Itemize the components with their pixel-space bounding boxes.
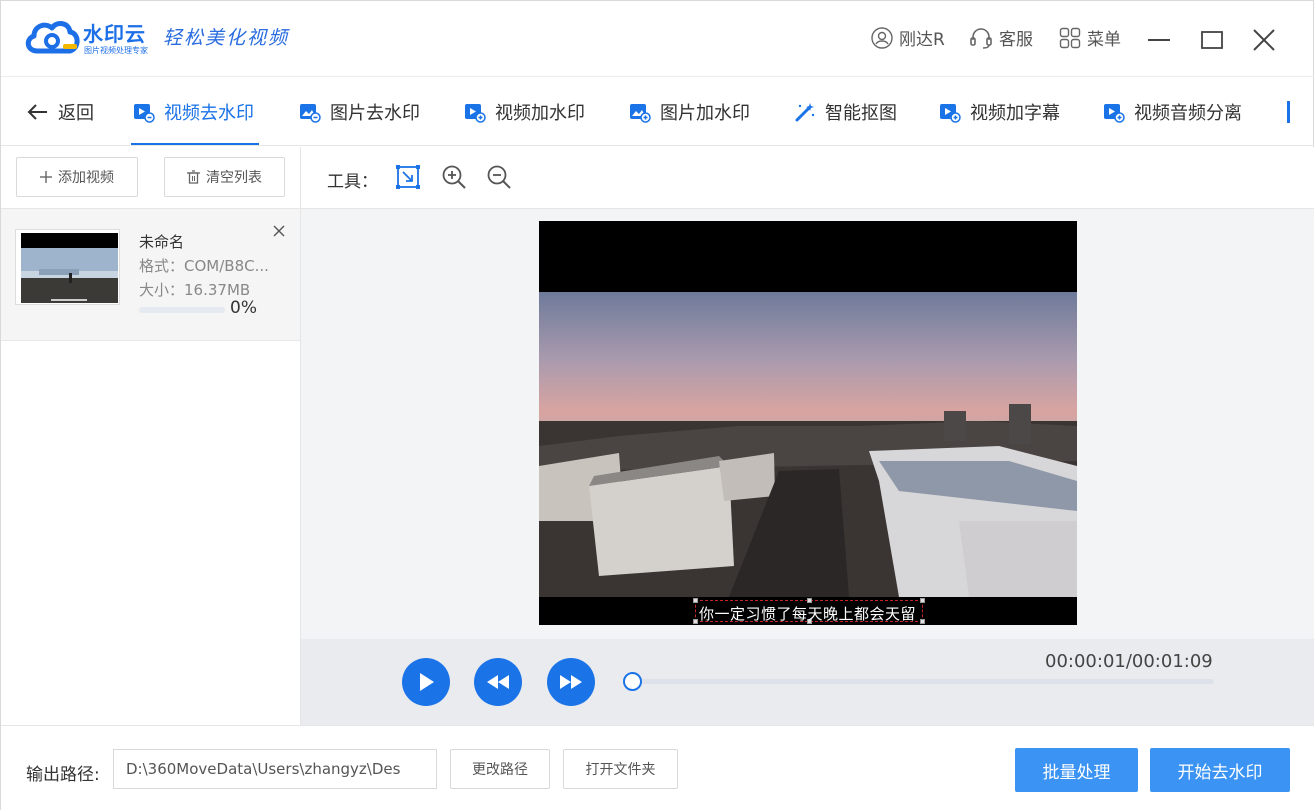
maximize-icon bbox=[1201, 31, 1223, 49]
video-add-icon bbox=[465, 103, 486, 123]
tab-label: 图片加水印 bbox=[660, 102, 750, 124]
file-list-toolbar: 添加视频 清空列表 bbox=[1, 147, 300, 209]
image-icon bbox=[300, 103, 321, 123]
file-name: 未命名 bbox=[139, 233, 185, 251]
tab-video-add-subtitle[interactable]: 视频加字幕 bbox=[939, 77, 1060, 146]
tool-row: 工具： bbox=[301, 147, 1314, 209]
brand-tagline: 图片视频处理专家 bbox=[84, 46, 148, 55]
video-thumbnail bbox=[15, 229, 120, 305]
seek-handle[interactable] bbox=[623, 672, 643, 691]
title-bar: 水印云 图片视频处理专家 轻松美化视频 刚达R 客服 菜单 bbox=[1, 1, 1314, 77]
trash-icon bbox=[187, 170, 200, 184]
preview-area: 你一定习惯了每天晚上都会天留 bbox=[301, 209, 1314, 639]
video-icon bbox=[134, 103, 155, 123]
tab-label: 视频音频分离 bbox=[1134, 102, 1242, 124]
back-button[interactable]: 返回 bbox=[27, 77, 94, 146]
user-icon bbox=[871, 26, 893, 49]
brand-name: 水印云 bbox=[83, 22, 146, 46]
back-label: 返回 bbox=[58, 102, 94, 124]
file-progress-bar bbox=[139, 307, 225, 313]
video-split-icon bbox=[1104, 103, 1125, 123]
cloud-logo-icon bbox=[25, 21, 80, 54]
tab-label: 视频加字幕 bbox=[970, 102, 1060, 124]
app-window: 水印云 图片视频处理专家 轻松美化视频 刚达R 客服 菜单 返回 视频去水印 图… bbox=[0, 0, 1314, 810]
tab-image-add-watermark[interactable]: 图片加水印 bbox=[629, 77, 750, 146]
resize-handle[interactable] bbox=[920, 619, 925, 624]
add-video-label: 添加视频 bbox=[58, 170, 114, 186]
output-path-label: 输出路径: bbox=[26, 765, 100, 785]
image-add-icon bbox=[630, 103, 651, 123]
resize-handle[interactable] bbox=[693, 619, 698, 624]
tab-label: 视频加水印 bbox=[495, 102, 585, 124]
file-progress-text: 0% bbox=[230, 298, 257, 318]
video-subtitle-icon bbox=[940, 103, 961, 123]
menu-button[interactable]: 菜单 bbox=[1059, 25, 1121, 50]
file-size: 大小：16.37MB bbox=[139, 281, 251, 299]
fast-forward-icon bbox=[560, 675, 582, 689]
user-account[interactable]: 刚达R bbox=[871, 25, 945, 50]
tab-label: 智能抠图 bbox=[825, 102, 897, 124]
tab-image-remove-watermark[interactable]: 图片去水印 bbox=[299, 77, 420, 146]
tab-smart-cutout[interactable]: 智能抠图 bbox=[794, 77, 897, 146]
clear-list-label: 清空列表 bbox=[206, 170, 262, 186]
change-path-button[interactable]: 更改路径 bbox=[450, 749, 550, 789]
active-tab-indicator bbox=[131, 143, 259, 145]
play-button[interactable] bbox=[402, 658, 450, 706]
arrow-left-icon bbox=[27, 103, 47, 120]
support-label: 客服 bbox=[999, 30, 1033, 50]
minimize-icon bbox=[1148, 39, 1170, 41]
close-window-button[interactable] bbox=[1249, 25, 1279, 55]
support-button[interactable]: 客服 bbox=[969, 25, 1033, 50]
open-folder-button[interactable]: 打开文件夹 bbox=[563, 749, 678, 789]
rewind-button[interactable] bbox=[474, 658, 522, 706]
close-icon bbox=[1253, 29, 1275, 51]
start-remove-watermark-button[interactable]: 开始去水印 bbox=[1150, 748, 1290, 792]
batch-process-button[interactable]: 批量处理 bbox=[1015, 748, 1138, 792]
seek-bar[interactable] bbox=[627, 679, 1214, 684]
timecode: 00:00:01/00:01:09 bbox=[1045, 651, 1213, 672]
rewind-icon bbox=[487, 675, 509, 689]
resize-handle[interactable] bbox=[693, 598, 698, 603]
grid-menu-icon bbox=[1059, 27, 1081, 48]
zoom-in-icon[interactable] bbox=[441, 164, 467, 190]
playback-bar: 00:00:01/00:01:09 bbox=[301, 639, 1314, 725]
file-list-panel: 添加视频 清空列表 未命名 格式：COM/B8C... 大小：16.37MB 0… bbox=[1, 147, 301, 725]
video-subtitle-text: 你一定习惯了每天晚上都会天留 bbox=[699, 605, 917, 623]
bottom-bar: 输出路径: D:\360MoveData\Users\zhangyz\Des 更… bbox=[1, 725, 1314, 810]
tab-video-add-watermark[interactable]: 视频加水印 bbox=[464, 77, 585, 146]
magic-wand-icon bbox=[795, 102, 815, 121]
maximize-button[interactable] bbox=[1197, 25, 1227, 55]
plus-icon bbox=[40, 171, 52, 183]
fast-forward-button[interactable] bbox=[547, 658, 595, 706]
remove-file-icon[interactable] bbox=[271, 223, 287, 239]
play-icon bbox=[420, 673, 434, 691]
tab-bar: 返回 视频去水印 图片去水印 视频加水印 图片加水印 智能抠图 视频加字幕 视频… bbox=[1, 77, 1314, 146]
user-name: 刚达R bbox=[899, 30, 945, 50]
tab-overflow-indicator bbox=[1287, 101, 1290, 123]
tab-video-remove-watermark[interactable]: 视频去水印 bbox=[133, 77, 254, 146]
resize-handle[interactable] bbox=[920, 598, 925, 603]
video-frame[interactable]: 你一定习惯了每天晚上都会天留 bbox=[539, 221, 1077, 625]
clear-list-button[interactable]: 清空列表 bbox=[164, 157, 285, 197]
video-scene bbox=[539, 221, 1077, 625]
slogan: 轻松美化视频 bbox=[163, 27, 290, 49]
file-format: 格式：COM/B8C... bbox=[139, 257, 269, 275]
tab-video-audio-split[interactable]: 视频音频分离 bbox=[1103, 77, 1242, 146]
headset-icon bbox=[970, 27, 992, 49]
list-item[interactable]: 未命名 格式：COM/B8C... 大小：16.37MB 0% bbox=[1, 209, 300, 341]
output-path-field[interactable]: D:\360MoveData\Users\zhangyz\Des bbox=[113, 749, 437, 789]
select-region-icon[interactable] bbox=[395, 164, 421, 190]
add-video-button[interactable]: 添加视频 bbox=[16, 157, 138, 197]
zoom-out-icon[interactable] bbox=[486, 164, 512, 190]
tab-label: 图片去水印 bbox=[330, 102, 420, 124]
tools-label: 工具： bbox=[327, 172, 378, 192]
menu-label: 菜单 bbox=[1087, 30, 1121, 50]
tab-label: 视频去水印 bbox=[164, 102, 254, 124]
minimize-button[interactable] bbox=[1144, 25, 1174, 55]
